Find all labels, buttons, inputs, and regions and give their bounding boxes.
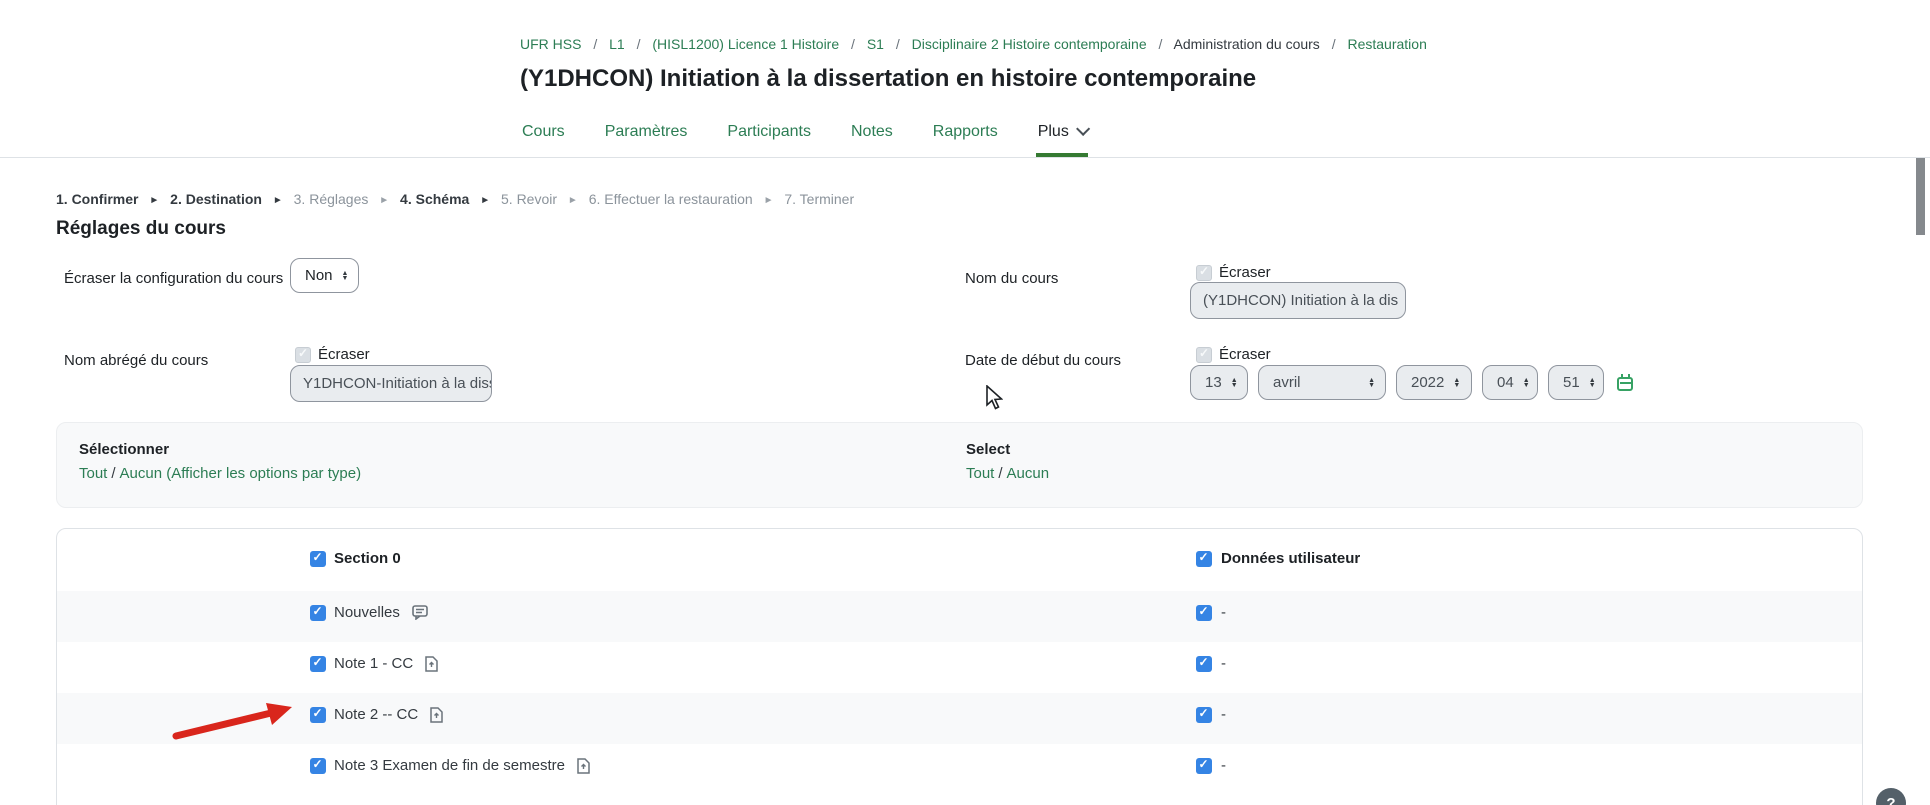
overwrite-checkbox[interactable] bbox=[295, 347, 311, 363]
start-date-overwrite: Écraser bbox=[1196, 346, 1271, 363]
show-type-options-link[interactable]: (Afficher les options par type) bbox=[166, 465, 361, 482]
userdata-checkbox[interactable] bbox=[1196, 758, 1212, 774]
section-heading: Réglages du cours bbox=[56, 218, 226, 240]
activity-checkbox[interactable] bbox=[310, 605, 326, 621]
table-row: Note 2 -- CC - bbox=[57, 693, 1862, 744]
step-reglages: 3. Réglages bbox=[294, 191, 369, 207]
restore-page: UFR HSS / L1 / (HISL1200) Licence 1 Hist… bbox=[0, 0, 1930, 805]
activity-checkbox[interactable] bbox=[310, 758, 326, 774]
schema-header-row: Section 0 Données utilisateur bbox=[57, 529, 1862, 591]
userdata-checkbox[interactable] bbox=[1196, 656, 1212, 672]
activity-checkbox[interactable] bbox=[310, 656, 326, 672]
calendar-icon[interactable] bbox=[1617, 374, 1635, 392]
select-arrows-icon bbox=[1523, 378, 1530, 388]
breadcrumb-link[interactable]: Disciplinaire 2 Histoire contemporaine bbox=[912, 36, 1147, 52]
breadcrumb-current-section: Administration du cours bbox=[1174, 36, 1320, 52]
chevron-down-icon bbox=[1076, 122, 1090, 136]
start-date-controls: 13 avril 2022 04 51 bbox=[1190, 365, 1635, 400]
page-title: (Y1DHCON) Initiation à la dissertation e… bbox=[520, 65, 1930, 93]
section-0-checkbox[interactable] bbox=[310, 551, 326, 567]
select-arrows-icon bbox=[1231, 378, 1238, 388]
breadcrumb-link[interactable]: Restauration bbox=[1347, 36, 1426, 52]
select-arrows-icon bbox=[1453, 378, 1460, 388]
select-arrows-icon bbox=[342, 271, 349, 281]
select-arrows-icon bbox=[1368, 378, 1375, 388]
minute-select[interactable]: 51 bbox=[1548, 365, 1604, 400]
file-icon bbox=[577, 758, 590, 774]
tab-participants[interactable]: Participants bbox=[725, 123, 813, 157]
step-confirmer: 1. Confirmer bbox=[56, 191, 138, 207]
select-none-link[interactable]: Aucun bbox=[120, 465, 163, 482]
select-all-link[interactable]: Tout bbox=[79, 465, 107, 482]
breadcrumb-link[interactable]: UFR HSS bbox=[520, 36, 581, 52]
userdata-checkbox[interactable] bbox=[1196, 605, 1212, 621]
day-select[interactable]: 13 bbox=[1190, 365, 1248, 400]
userdata-header-label: Données utilisateur bbox=[1221, 550, 1360, 567]
select-all-userdata-link[interactable]: Tout bbox=[966, 465, 994, 482]
breadcrumb-link[interactable]: (HISL1200) Licence 1 Histoire bbox=[652, 36, 839, 52]
step-revoir: 5. Revoir bbox=[501, 191, 557, 207]
forum-icon bbox=[412, 605, 428, 620]
tab-cours[interactable]: Cours bbox=[520, 123, 567, 157]
tab-parametres[interactable]: Paramètres bbox=[603, 123, 690, 157]
short-name-label: Nom abrégé du cours bbox=[64, 352, 208, 369]
userdata-checkbox[interactable] bbox=[1196, 707, 1212, 723]
selection-title-userdata: Select bbox=[966, 441, 1049, 458]
file-icon bbox=[425, 656, 438, 672]
breadcrumb: UFR HSS / L1 / (HISL1200) Licence 1 Hist… bbox=[520, 0, 1930, 52]
userdata-header-checkbox[interactable] bbox=[1196, 551, 1212, 567]
schema-table: Section 0 Données utilisateur Nouvelles bbox=[56, 528, 1863, 805]
section-0-label: Section 0 bbox=[334, 550, 401, 567]
restore-steps: 1. Confirmer ► 2. Destination ► 3. Régla… bbox=[56, 191, 854, 207]
tab-notes[interactable]: Notes bbox=[849, 123, 895, 157]
selection-title: Sélectionner bbox=[79, 441, 361, 458]
start-date-label: Date de début du cours bbox=[965, 352, 1121, 369]
select-none-userdata-link[interactable]: Aucun bbox=[1007, 465, 1050, 482]
overwrite-checkbox[interactable] bbox=[1196, 347, 1212, 363]
course-name-overwrite: Écraser bbox=[1196, 264, 1271, 281]
course-name-input[interactable]: (Y1DHCON) Initiation à la dis bbox=[1190, 282, 1406, 319]
activity-checkbox[interactable] bbox=[310, 707, 326, 723]
month-select[interactable]: avril bbox=[1258, 365, 1386, 400]
select-arrows-icon bbox=[1589, 378, 1596, 388]
header: UFR HSS / L1 / (HISL1200) Licence 1 Hist… bbox=[0, 0, 1930, 158]
hour-select[interactable]: 04 bbox=[1482, 365, 1538, 400]
main-content: 1. Confirmer ► 2. Destination ► 3. Régla… bbox=[0, 158, 1930, 805]
overwrite-config-select[interactable]: Non bbox=[290, 258, 359, 293]
year-select[interactable]: 2022 bbox=[1396, 365, 1472, 400]
table-row: Nouvelles - bbox=[57, 591, 1862, 642]
breadcrumb-link[interactable]: S1 bbox=[867, 36, 884, 52]
table-row: Note 3 Examen de fin de semestre - bbox=[57, 744, 1862, 795]
short-name-input[interactable]: Y1DHCON-Initiation à la diss bbox=[290, 365, 492, 402]
file-icon bbox=[430, 707, 443, 723]
tab-plus[interactable]: Plus bbox=[1036, 123, 1088, 157]
short-name-overwrite: Écraser bbox=[295, 346, 370, 363]
step-effectuer: 6. Effectuer la restauration bbox=[589, 191, 753, 207]
step-schema: 4. Schéma bbox=[400, 191, 469, 207]
overwrite-checkbox[interactable] bbox=[1196, 265, 1212, 281]
step-destination: 2. Destination bbox=[170, 191, 262, 207]
step-terminer: 7. Terminer bbox=[784, 191, 854, 207]
overwrite-config-label: Écraser la configuration du cours bbox=[64, 270, 283, 287]
breadcrumb-link[interactable]: L1 bbox=[609, 36, 625, 52]
selection-helper-box: Sélectionner Tout/Aucun (Afficher les op… bbox=[56, 422, 1863, 508]
course-nav-tabs: Cours Paramètres Participants Notes Rapp… bbox=[520, 123, 1124, 157]
table-row: Note 1 - CC - bbox=[57, 642, 1862, 693]
course-name-label: Nom du cours bbox=[965, 270, 1058, 287]
tab-rapports[interactable]: Rapports bbox=[931, 123, 1000, 157]
